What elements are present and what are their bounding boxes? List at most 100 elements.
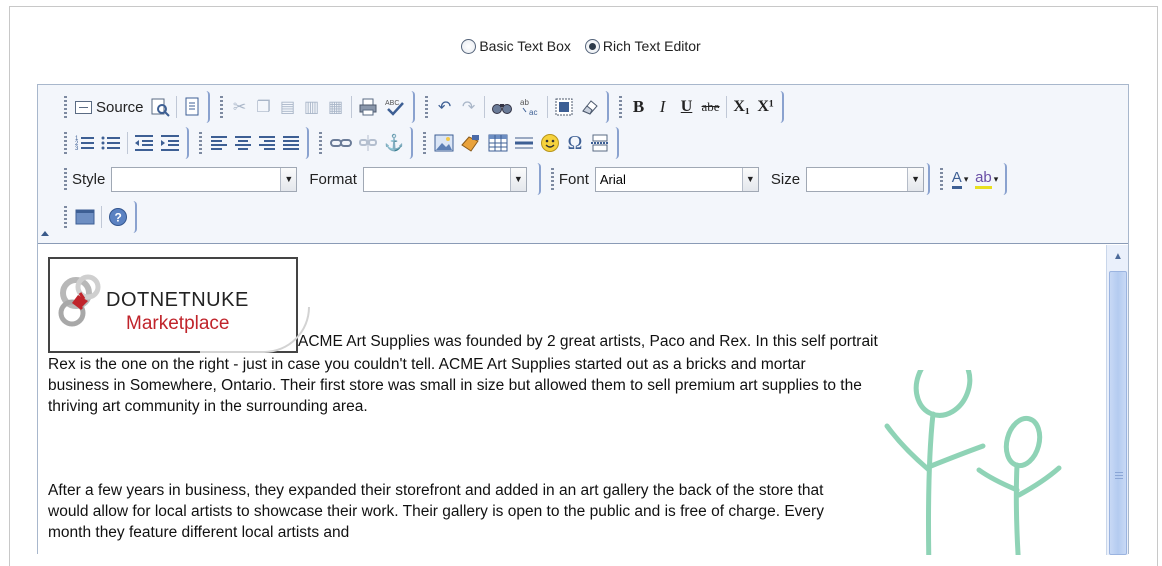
source-label: Source — [96, 98, 144, 116]
redo-button[interactable]: ↷ — [457, 94, 481, 120]
italic-button[interactable]: I — [651, 94, 675, 120]
horizontal-rule-button[interactable] — [511, 130, 537, 156]
unlink-icon — [359, 135, 377, 151]
font-select[interactable]: Arial ▼ — [594, 166, 759, 192]
anchor-button[interactable]: ⚓ — [381, 130, 407, 156]
scrollbar-thumb[interactable] — [1109, 271, 1127, 555]
copy-icon: ❐ — [256, 99, 271, 116]
strikethrough-button[interactable]: abe — [699, 94, 723, 120]
toolbar-group-history: ↶ ↷ ab ac — [423, 91, 609, 123]
toolbar-grip[interactable] — [940, 168, 944, 190]
toolbar-grip[interactable] — [64, 168, 67, 190]
subscript-button[interactable]: X₁ — [730, 94, 754, 120]
toolbar-grip[interactable] — [199, 132, 202, 154]
table-button[interactable] — [485, 130, 511, 156]
maximize-icon — [75, 209, 95, 225]
templates-button[interactable] — [180, 94, 204, 120]
align-center-icon — [235, 136, 251, 150]
unlink-button[interactable] — [355, 130, 381, 156]
rich-text-editor-radio[interactable] — [584, 38, 600, 54]
redo-icon: ↷ — [461, 99, 476, 116]
toolbar-group-document: Source — [62, 91, 210, 123]
toolbar-separator — [350, 96, 352, 118]
background-color-button[interactable]: ab ▾ — [972, 166, 1001, 192]
scroll-up-arrow-icon[interactable]: ▲ — [1109, 247, 1127, 265]
format-select[interactable]: ▼ — [362, 166, 527, 192]
basic-text-box-label: Basic Text Box — [479, 38, 571, 54]
align-left-button[interactable] — [207, 130, 231, 156]
toolbar-group-insert: Ω — [421, 127, 619, 159]
outdent-icon — [135, 135, 153, 151]
undo-button[interactable]: ↶ — [433, 94, 457, 120]
page-break-button[interactable] — [587, 130, 613, 156]
indent-button[interactable] — [157, 130, 183, 156]
undo-icon: ↶ — [437, 99, 452, 116]
maximize-button[interactable] — [72, 204, 98, 230]
vertical-scrollbar[interactable]: ▲ — [1106, 245, 1128, 555]
toolbar-row-3: Style ▼ Format ▼ Font Arial ▼ Size ▼ A ▾… — [62, 163, 1015, 195]
style-select[interactable]: ▼ — [111, 166, 298, 192]
align-right-button[interactable] — [255, 130, 279, 156]
help-button[interactable]: ? — [105, 204, 131, 230]
preview-button[interactable] — [147, 94, 173, 120]
paste-button[interactable]: ▤ — [276, 94, 300, 120]
toolbar-grip[interactable] — [424, 96, 428, 118]
smiley-button[interactable] — [537, 130, 563, 156]
toolbar-separator — [725, 96, 727, 118]
cut-button[interactable]: ✂ — [228, 94, 252, 120]
toolbar-grip[interactable] — [319, 132, 322, 154]
text-color-label: A — [951, 169, 962, 189]
spellcheck-button[interactable]: ABC — [381, 94, 409, 120]
toolbar-grip[interactable] — [550, 168, 554, 190]
outdent-button[interactable] — [131, 130, 157, 156]
page-break-icon — [590, 134, 609, 152]
align-right-icon — [259, 136, 275, 150]
link-button[interactable] — [327, 130, 355, 156]
bulleted-list-button[interactable] — [98, 130, 124, 156]
toolbar-grip[interactable] — [422, 132, 426, 154]
omega-icon: Ω — [567, 131, 583, 154]
toolbar-row-1: Source ✂ ❐ ▤ ▥ ▦ ABC ↶ ↷ ab ac B I U abe… — [62, 91, 792, 123]
justify-button[interactable] — [279, 130, 303, 156]
cut-icon: ✂ — [232, 99, 247, 116]
image-button[interactable] — [431, 130, 457, 156]
chevron-down-icon: ▼ — [280, 167, 297, 191]
find-button[interactable] — [488, 94, 516, 120]
align-left-icon — [211, 136, 227, 150]
text-color-button[interactable]: A ▾ — [948, 166, 972, 192]
rich-text-editor-option[interactable]: Rich Text Editor — [584, 38, 701, 54]
size-value — [807, 168, 907, 191]
toolbar-separator — [483, 96, 485, 118]
toolbar-collapse-toggle[interactable] — [41, 231, 49, 236]
toolbar-grip[interactable] — [618, 96, 622, 118]
paste-text-icon: ▥ — [303, 99, 320, 116]
align-center-button[interactable] — [231, 130, 255, 156]
superscript-button[interactable]: X¹ — [754, 94, 778, 120]
chevron-down-icon: ▼ — [907, 167, 924, 191]
numbered-list-button[interactable]: 123 — [72, 130, 98, 156]
underline-button[interactable]: U — [675, 94, 699, 120]
select-all-button[interactable] — [551, 94, 577, 120]
toolbar-grip[interactable] — [64, 206, 67, 228]
bulleted-list-icon — [101, 136, 120, 150]
editor-content-area[interactable]: DOTNETNUKE Marketplace ACME Art Supplies… — [38, 245, 1128, 555]
special-char-button[interactable]: Ω — [563, 130, 587, 156]
print-button[interactable] — [355, 94, 381, 120]
flash-button[interactable] — [457, 130, 485, 156]
basic-text-box-radio[interactable] — [461, 38, 477, 54]
remove-format-button[interactable] — [577, 94, 603, 120]
paste-word-button[interactable]: ▦ — [324, 94, 348, 120]
copy-button[interactable]: ❐ — [252, 94, 276, 120]
editor-mode-switch: Basic Text Box Rich Text Editor — [0, 38, 1162, 54]
toolbar-grip[interactable] — [64, 96, 67, 118]
toolbar-grip[interactable] — [219, 96, 223, 118]
replace-button[interactable]: ab ac — [516, 94, 544, 120]
flash-icon — [461, 135, 479, 152]
image-icon — [434, 134, 454, 152]
bold-button[interactable]: B — [627, 94, 651, 120]
toolbar-grip[interactable] — [64, 132, 67, 154]
size-select[interactable]: ▼ — [806, 166, 925, 192]
basic-text-box-option[interactable]: Basic Text Box — [461, 38, 571, 54]
source-button[interactable]: Source — [72, 94, 147, 120]
paste-text-button[interactable]: ▥ — [300, 94, 324, 120]
